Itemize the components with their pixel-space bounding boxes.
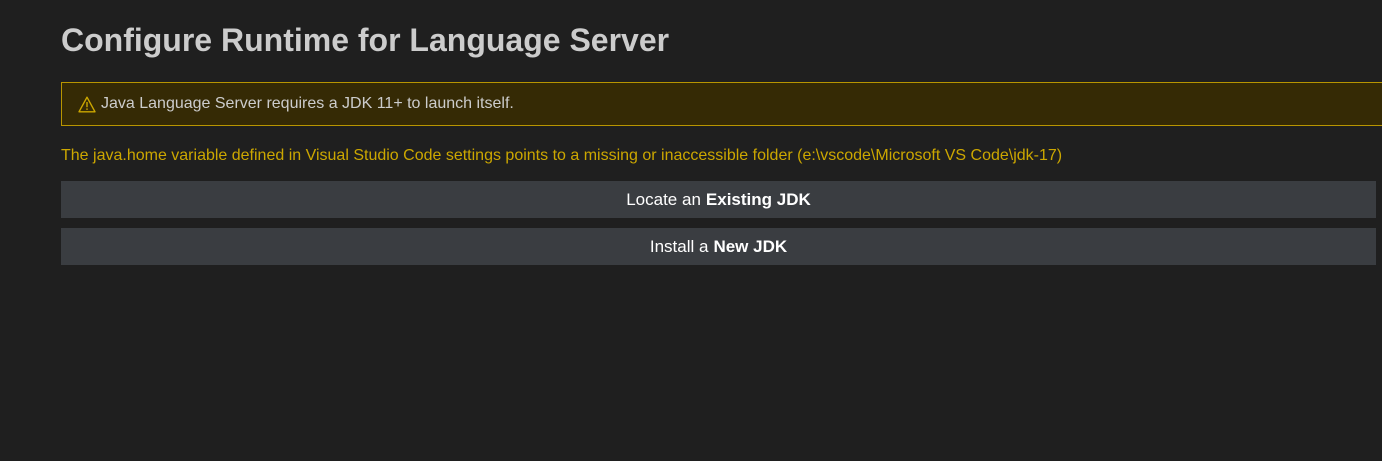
configure-runtime-page: Configure Runtime for Language Server Ja… [0,0,1382,461]
page-title: Configure Runtime for Language Server [61,22,670,58]
warning-icon [77,94,97,114]
install-button-emphasis: New JDK [713,236,788,256]
warning-text: Java Language Server requires a JDK 11+ … [101,95,514,112]
install-button-prefix: Install a [649,236,709,256]
locate-button-emphasis: Existing JDK [705,189,811,209]
locate-existing-jdk-button[interactable]: Locate an Existing JDK [61,181,1376,218]
warning-banner: Java Language Server requires a JDK 11+ … [61,82,1382,126]
install-new-jdk-button[interactable]: Install a New JDK [61,228,1376,265]
locate-button-prefix: Locate an [626,189,701,209]
java-home-error-message: The java.home variable defined in Visual… [61,147,1063,164]
